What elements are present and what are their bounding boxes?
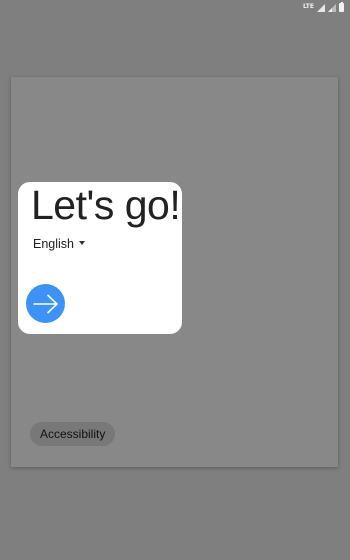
welcome-title: Let's go!	[31, 182, 181, 228]
network-type-label: LTE	[302, 3, 314, 10]
arrow-right-icon	[32, 294, 58, 313]
signal-icon	[317, 4, 325, 12]
welcome-card: Let's go! English	[18, 182, 182, 334]
language-selected-value: English	[33, 237, 74, 251]
signal-strength-icon	[328, 4, 336, 12]
status-icons: LTE	[303, 2, 344, 12]
battery-icon	[339, 2, 344, 12]
next-button[interactable]	[26, 284, 65, 323]
status-bar: LTE	[0, 0, 350, 14]
dropdown-caret-icon	[79, 240, 85, 245]
accessibility-button[interactable]: Accessibility	[30, 422, 116, 446]
language-dropdown[interactable]: English	[33, 236, 85, 252]
accessibility-label: Accessibility	[40, 427, 106, 441]
screen: { "status_bar": { "network": "LTE", "ico…	[0, 0, 350, 560]
